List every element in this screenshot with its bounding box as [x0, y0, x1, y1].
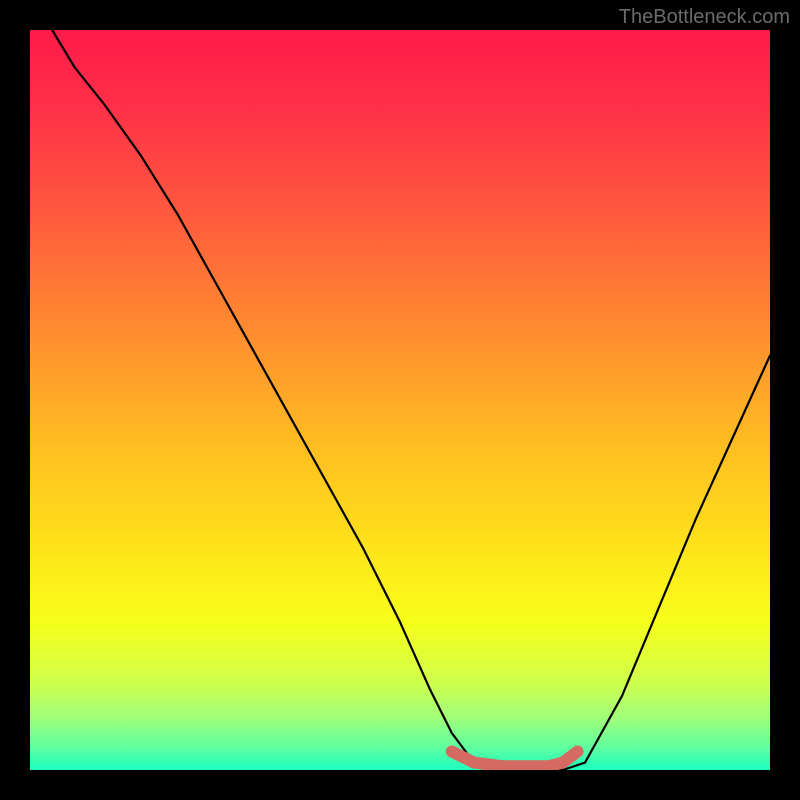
highlight-overlay	[30, 30, 770, 770]
plot-area	[30, 30, 770, 770]
watermark-text: TheBottleneck.com	[619, 6, 790, 29]
